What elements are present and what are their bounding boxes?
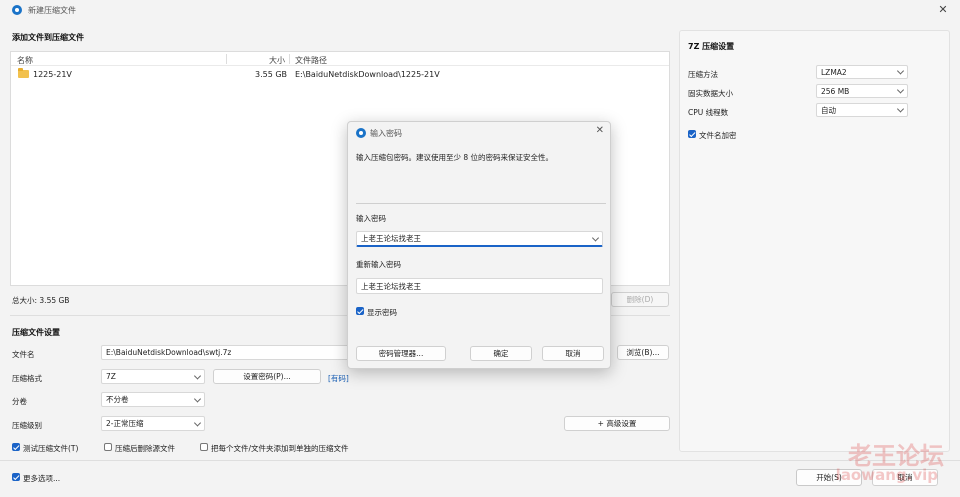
volume-select[interactable]: 不分卷 — [101, 392, 205, 407]
encrypted-tag: [有码] — [328, 374, 349, 383]
password-manager-button[interactable]: 密码管理器... — [356, 346, 446, 361]
level-value: 2-正常压缩 — [106, 419, 144, 428]
chevron-down-icon[interactable] — [591, 233, 600, 242]
app-logo-icon — [356, 128, 366, 138]
title-bar: 新建压缩文件 ✕ — [0, 0, 960, 20]
chevron-down-icon — [896, 67, 905, 75]
password-value: 上老王论坛找老王 — [361, 234, 421, 243]
watermark-url: laowang.vip — [835, 466, 938, 484]
encrypt-filenames-label[interactable]: 文件名加密 — [699, 130, 737, 141]
column-size-header[interactable]: 大小 — [269, 55, 285, 66]
test-archive-checkbox[interactable] — [12, 443, 20, 451]
format-select[interactable]: 7Z — [101, 369, 205, 384]
column-divider[interactable] — [226, 54, 227, 64]
column-name-header[interactable]: 名称 — [17, 55, 33, 66]
level-select[interactable]: 2-正常压缩 — [101, 416, 205, 431]
column-path-header[interactable]: 文件路径 — [295, 55, 327, 66]
close-icon[interactable]: ✕ — [596, 125, 604, 136]
row-size: 3.55 GB — [255, 70, 288, 79]
table-row[interactable]: 1225-21V 3.55 GB E:\BaiduNetdiskDownload… — [11, 68, 669, 81]
dialog-title: 输入密码 — [370, 129, 402, 138]
window-title: 新建压缩文件 — [28, 5, 76, 15]
chevron-down-icon — [193, 394, 202, 403]
browse-button[interactable]: 浏览(B)... — [617, 345, 669, 360]
show-password-checkbox[interactable] — [356, 307, 364, 315]
compression-method-label: 压缩方法 — [688, 70, 718, 79]
filename-label: 文件名 — [12, 350, 35, 359]
archive-settings-title: 压缩文件设置 — [12, 328, 60, 337]
column-divider[interactable] — [289, 54, 290, 64]
chevron-down-icon — [193, 371, 202, 380]
panel-title: 7Z 压缩设置 — [688, 42, 735, 51]
password-input[interactable]: 上老王论坛找老王 — [356, 231, 603, 247]
cpu-threads-select[interactable]: 自动 — [816, 103, 908, 117]
chevron-down-icon — [896, 86, 905, 94]
format-value: 7Z — [106, 372, 116, 381]
app-logo-icon — [12, 5, 22, 15]
dialog-cancel-button[interactable]: 取消 — [542, 346, 604, 361]
confirm-password-label: 重新输入密码 — [356, 260, 401, 269]
chevron-down-icon — [193, 418, 202, 427]
format-settings-panel: 7Z 压缩设置 压缩方法 LZMA2 固实数据大小 256 MB CPU 线程数… — [679, 30, 950, 452]
chevron-down-icon — [896, 105, 905, 113]
cpu-threads-value: 自动 — [821, 105, 836, 115]
more-options-checkbox[interactable] — [12, 473, 20, 481]
delete-source-label[interactable]: 压缩后删除源文件 — [115, 443, 175, 454]
file-section-title: 添加文件到压缩文件 — [12, 33, 84, 42]
row-path: E:\BaiduNetdiskDownload\1225-21V — [295, 70, 440, 79]
advanced-settings-button[interactable]: + 高级设置 — [564, 416, 670, 431]
solid-block-value: 256 MB — [821, 86, 850, 96]
file-list-header: 名称 大小 文件路径 — [11, 52, 669, 66]
confirm-password-input[interactable]: 上老王论坛找老王 — [356, 278, 603, 294]
compress-window: 新建压缩文件 ✕ 添加文件到压缩文件 名称 大小 文件路径 1225-21V 3… — [0, 0, 960, 497]
dialog-hint: 输入压缩包密码。建议使用至少 8 位的密码来保证安全性。 — [356, 153, 554, 162]
format-label: 压缩格式 — [12, 374, 42, 383]
close-icon[interactable]: ✕ — [936, 3, 950, 16]
divider — [356, 203, 606, 204]
encrypt-filenames-checkbox[interactable] — [688, 130, 696, 138]
folder-icon — [18, 68, 29, 78]
divider — [0, 460, 960, 461]
separate-archives-checkbox[interactable] — [200, 443, 208, 451]
solid-block-label: 固实数据大小 — [688, 89, 733, 98]
volume-label: 分卷 — [12, 397, 27, 406]
compression-method-select[interactable]: LZMA2 — [816, 65, 908, 79]
cpu-threads-label: CPU 线程数 — [688, 108, 729, 117]
delete-source-checkbox[interactable] — [104, 443, 112, 451]
compression-method-value: LZMA2 — [821, 67, 847, 77]
row-name: 1225-21V — [33, 70, 72, 79]
set-password-button[interactable]: 设置密码(P)... — [213, 369, 321, 384]
password-dialog: 输入密码 ✕ 输入压缩包密码。建议使用至少 8 位的密码来保证安全性。 输入密码… — [347, 121, 611, 369]
ok-button[interactable]: 确定 — [470, 346, 532, 361]
password-label: 输入密码 — [356, 214, 386, 223]
delete-button[interactable]: 删除(D) — [611, 292, 669, 307]
volume-value: 不分卷 — [106, 395, 129, 404]
more-options-label[interactable]: 更多选项... — [23, 473, 60, 484]
separate-archives-label[interactable]: 把每个文件/文件夹添加到单独的压缩文件 — [211, 443, 349, 454]
level-label: 压缩级别 — [12, 421, 42, 430]
total-size: 总大小: 3.55 GB — [12, 296, 70, 305]
show-password-label[interactable]: 显示密码 — [367, 307, 397, 318]
solid-block-select[interactable]: 256 MB — [816, 84, 908, 98]
test-archive-label[interactable]: 测试压缩文件(T) — [23, 443, 78, 454]
